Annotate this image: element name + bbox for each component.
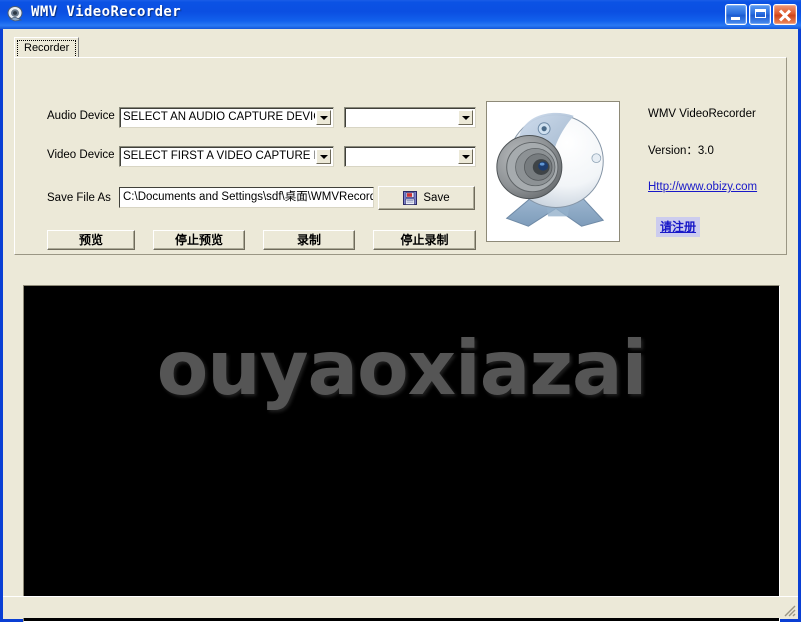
title-bar[interactable]: WMV VideoRecorder <box>0 0 801 29</box>
window-controls <box>725 4 797 25</box>
preview-button-label: 预览 <box>78 233 103 247</box>
video-device-secondary-select[interactable] <box>344 146 476 167</box>
webcam-picture-icon <box>496 112 605 227</box>
minimize-icon <box>731 17 740 20</box>
stop-record-button-label: 停止录制 <box>400 233 449 247</box>
status-bar <box>3 596 798 618</box>
maximize-button[interactable] <box>749 4 771 25</box>
application-window: WMV VideoRecorder Recorder Audio Device <box>0 0 801 622</box>
webcam-icon <box>7 6 23 22</box>
register-link[interactable]: 请注册 <box>656 217 701 237</box>
tab-focus-rect <box>17 40 77 58</box>
audio-device-label: Audio Device <box>47 110 115 122</box>
stop-record-button[interactable]: 停止录制 <box>373 230 476 250</box>
video-device-label: Video Device <box>47 149 115 161</box>
save-file-value: C:\Documents and Settings\sdf\桌面\WMVReco… <box>123 191 374 203</box>
video-device-value: SELECT FIRST A VIDEO CAPTURE DEV <box>123 150 315 162</box>
chevron-down-icon[interactable] <box>316 110 331 125</box>
close-button[interactable] <box>773 4 797 25</box>
record-button-label: 录制 <box>296 233 321 247</box>
tab-recorder[interactable]: Recorder <box>14 37 80 58</box>
audio-device-secondary-select[interactable] <box>344 107 476 128</box>
close-icon <box>774 5 796 24</box>
audio-device-value: SELECT AN AUDIO CAPTURE DEVICE <box>123 111 315 123</box>
resize-grip-icon[interactable] <box>782 603 796 617</box>
audio-device-select[interactable]: SELECT AN AUDIO CAPTURE DEVICE <box>119 107 334 128</box>
maximize-icon <box>755 9 766 18</box>
save-file-label: Save File As <box>47 192 111 204</box>
preview-button[interactable]: 预览 <box>47 230 135 250</box>
stop-preview-button[interactable]: 停止预览 <box>153 230 245 250</box>
video-device-select[interactable]: SELECT FIRST A VIDEO CAPTURE DEV <box>119 146 334 167</box>
website-link[interactable]: Http://www.obizy.com <box>648 181 757 193</box>
chevron-down-icon[interactable] <box>316 149 331 164</box>
save-button-label: Save <box>423 192 450 204</box>
video-preview-panel[interactable]: ouyaoxiazai <box>23 285 780 622</box>
save-button[interactable]: Save <box>378 186 475 210</box>
tab-strip: Recorder <box>14 37 787 59</box>
product-name: WMV VideoRecorder <box>648 108 756 120</box>
version-text: Version：3.0 <box>648 145 714 157</box>
webcam-illustration <box>486 101 620 242</box>
save-file-input[interactable]: C:\Documents and Settings\sdf\桌面\WMVReco… <box>119 187 374 208</box>
chevron-down-icon[interactable] <box>458 110 473 125</box>
minimize-button[interactable] <box>725 4 747 25</box>
preview-watermark: ouyaoxiazai <box>156 324 648 412</box>
window-title: WMV VideoRecorder <box>31 4 182 20</box>
floppy-disk-icon <box>403 191 418 205</box>
record-button[interactable]: 录制 <box>263 230 355 250</box>
client-area: Recorder Audio Device SELECT AN AUDIO CA… <box>3 29 798 622</box>
stop-preview-button-label: 停止预览 <box>174 233 223 247</box>
chevron-down-icon[interactable] <box>458 149 473 164</box>
